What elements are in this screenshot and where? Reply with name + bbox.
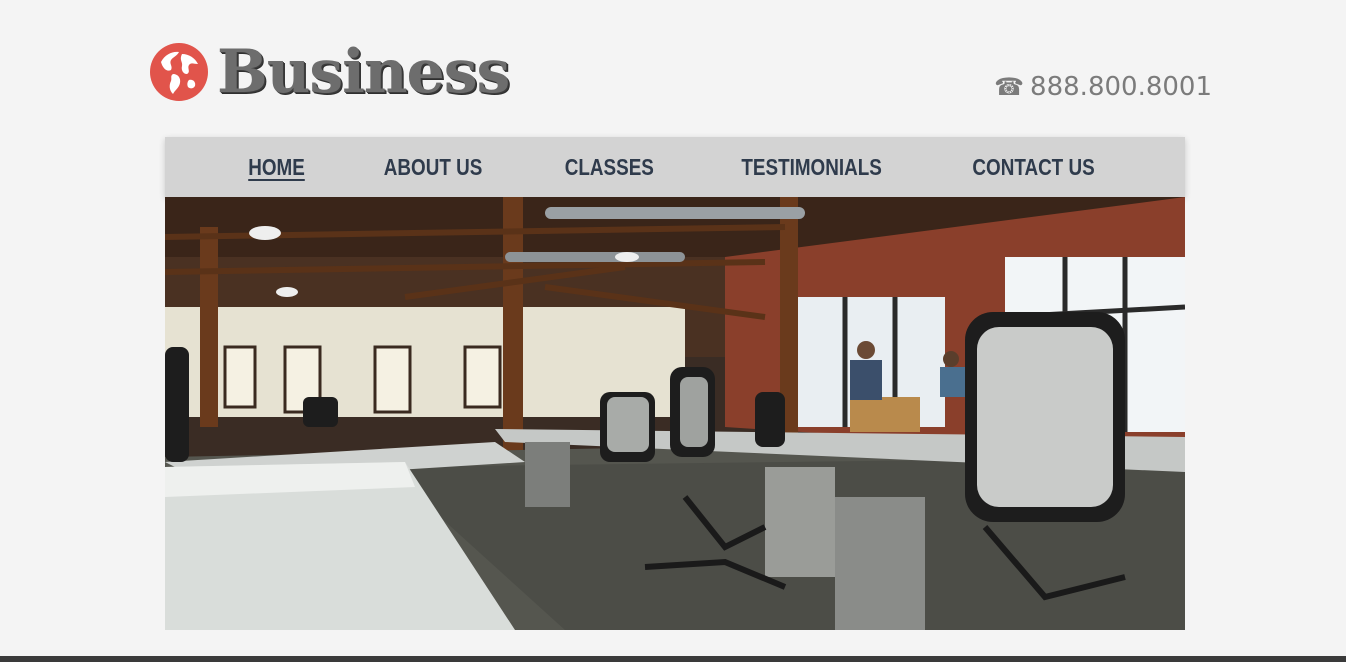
nav-item-home[interactable]: HOME [248, 154, 305, 181]
logo[interactable]: Business [149, 37, 510, 107]
phone-number: 888.800.8001 [1030, 72, 1212, 102]
phone-contact[interactable]: ☎ 888.800.8001 [994, 72, 1212, 102]
nav-item-about-us[interactable]: ABOUT US [384, 154, 483, 181]
hero-image [165, 197, 1185, 630]
main-navigation: HOME ABOUT US CLASSES TESTIMONIALS CONTA… [165, 137, 1185, 197]
globe-icon [150, 43, 208, 101]
brand-name: Business [217, 37, 510, 107]
nav-item-classes[interactable]: CLASSES [565, 154, 654, 181]
office-interior-photo [165, 197, 1185, 630]
telephone-icon: ☎ [994, 73, 1025, 101]
site-header: Business ☎ 888.800.8001 [0, 0, 1346, 137]
page-bottom-border [0, 656, 1346, 662]
nav-item-contact-us[interactable]: CONTACT US [972, 154, 1094, 181]
nav-item-testimonials[interactable]: TESTIMONIALS [741, 154, 881, 181]
